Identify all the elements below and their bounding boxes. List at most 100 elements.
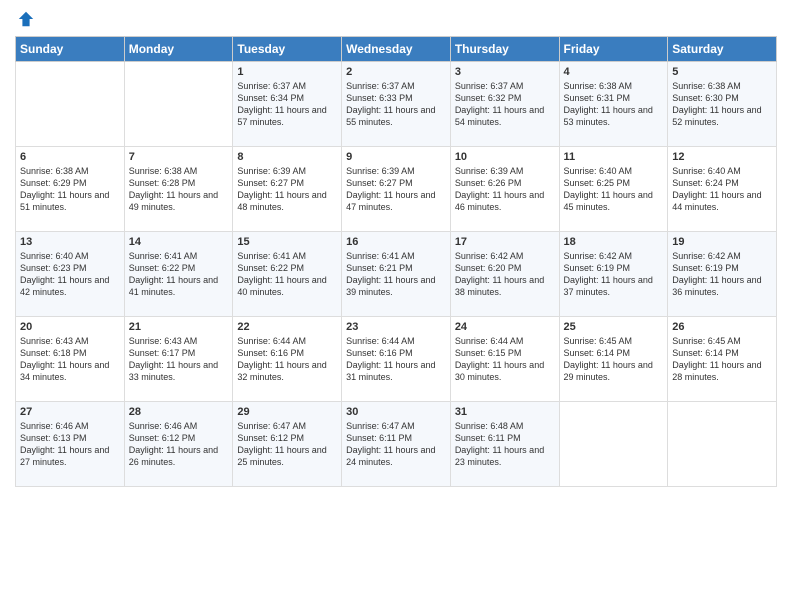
calendar-cell: 26 Sunrise: 6:45 AM Sunset: 6:14 PM Dayli…: [668, 317, 777, 402]
calendar-cell: [668, 402, 777, 487]
header-day-thursday: Thursday: [450, 37, 559, 62]
day-number: 20: [20, 321, 120, 333]
calendar-cell: 30 Sunrise: 6:47 AM Sunset: 6:11 PM Dayli…: [342, 402, 451, 487]
calendar-cell: 16 Sunrise: 6:41 AM Sunset: 6:21 PM Dayli…: [342, 232, 451, 317]
calendar-week-row: 1 Sunrise: 6:37 AM Sunset: 6:34 PM Daylig…: [16, 62, 777, 147]
calendar-cell: 12 Sunrise: 6:40 AM Sunset: 6:24 PM Dayli…: [668, 147, 777, 232]
calendar-cell: 21 Sunrise: 6:43 AM Sunset: 6:17 PM Dayli…: [124, 317, 233, 402]
day-content: Sunrise: 6:44 AM Sunset: 6:15 PM Dayligh…: [455, 335, 555, 384]
day-content: Sunrise: 6:45 AM Sunset: 6:14 PM Dayligh…: [672, 335, 772, 384]
day-number: 31: [455, 406, 555, 418]
day-content: Sunrise: 6:40 AM Sunset: 6:23 PM Dayligh…: [20, 250, 120, 299]
calendar-cell: [124, 62, 233, 147]
day-content: Sunrise: 6:42 AM Sunset: 6:19 PM Dayligh…: [564, 250, 664, 299]
day-number: 15: [237, 236, 337, 248]
day-content: Sunrise: 6:44 AM Sunset: 6:16 PM Dayligh…: [346, 335, 446, 384]
calendar-cell: 17Sunrise: 6:42 AM Sunset: 6:20 PM Dayli…: [450, 232, 559, 317]
day-number: 22: [237, 321, 337, 333]
day-content: Sunrise: 6:37 AM Sunset: 6:33 PM Dayligh…: [346, 80, 446, 129]
day-content: Sunrise: 6:38 AM Sunset: 6:31 PM Dayligh…: [564, 80, 664, 129]
page-header: [15, 10, 777, 28]
day-number: 6: [20, 151, 120, 163]
calendar-cell: 10 Sunrise: 6:39 AM Sunset: 6:26 PM Dayli…: [450, 147, 559, 232]
day-number: 29: [237, 406, 337, 418]
logo: [15, 10, 35, 28]
calendar-cell: 18 Sunrise: 6:42 AM Sunset: 6:19 PM Dayli…: [559, 232, 668, 317]
day-content: Sunrise: 6:43 AM Sunset: 6:17 PM Dayligh…: [129, 335, 229, 384]
day-number: 2: [346, 66, 446, 78]
day-content: Sunrise: 6:39 AM Sunset: 6:26 PM Dayligh…: [455, 165, 555, 214]
calendar-cell: [559, 402, 668, 487]
day-content: Sunrise: 6:46 AM Sunset: 6:12 PM Dayligh…: [129, 420, 229, 469]
calendar-cell: 2 Sunrise: 6:37 AM Sunset: 6:33 PM Daylig…: [342, 62, 451, 147]
calendar-cell: 15 Sunrise: 6:41 AM Sunset: 6:22 PM Dayli…: [233, 232, 342, 317]
logo-icon: [17, 10, 35, 28]
calendar-cell: [16, 62, 125, 147]
day-number: 11: [564, 151, 664, 163]
calendar-cell: 29 Sunrise: 6:47 AM Sunset: 6:12 PM Dayli…: [233, 402, 342, 487]
calendar-cell: 24Sunrise: 6:44 AM Sunset: 6:15 PM Dayli…: [450, 317, 559, 402]
day-content: Sunrise: 6:38 AM Sunset: 6:28 PM Dayligh…: [129, 165, 229, 214]
day-number: 8: [237, 151, 337, 163]
day-number: 23: [346, 321, 446, 333]
header-day-wednesday: Wednesday: [342, 37, 451, 62]
calendar-cell: 3Sunrise: 6:37 AM Sunset: 6:32 PM Daylig…: [450, 62, 559, 147]
day-number: 16: [346, 236, 446, 248]
day-number: 21: [129, 321, 229, 333]
day-number: 28: [129, 406, 229, 418]
day-content: Sunrise: 6:45 AM Sunset: 6:14 PM Dayligh…: [564, 335, 664, 384]
header-day-tuesday: Tuesday: [233, 37, 342, 62]
day-content: Sunrise: 6:41 AM Sunset: 6:22 PM Dayligh…: [129, 250, 229, 299]
day-content: Sunrise: 6:41 AM Sunset: 6:22 PM Dayligh…: [237, 250, 337, 299]
calendar-cell: 5 Sunrise: 6:38 AM Sunset: 6:30 PM Daylig…: [668, 62, 777, 147]
header-day-monday: Monday: [124, 37, 233, 62]
day-number: 9: [346, 151, 446, 163]
day-number: 25: [564, 321, 664, 333]
calendar-cell: 14 Sunrise: 6:41 AM Sunset: 6:22 PM Dayli…: [124, 232, 233, 317]
day-number: 10: [455, 151, 555, 163]
calendar-week-row: 6Sunrise: 6:38 AM Sunset: 6:29 PM Daylig…: [16, 147, 777, 232]
day-content: Sunrise: 6:47 AM Sunset: 6:12 PM Dayligh…: [237, 420, 337, 469]
day-content: Sunrise: 6:47 AM Sunset: 6:11 PM Dayligh…: [346, 420, 446, 469]
day-number: 26: [672, 321, 772, 333]
calendar-header-row: SundayMondayTuesdayWednesdayThursdayFrid…: [16, 37, 777, 62]
day-number: 5: [672, 66, 772, 78]
day-content: Sunrise: 6:39 AM Sunset: 6:27 PM Dayligh…: [346, 165, 446, 214]
calendar-week-row: 27 Sunrise: 6:46 AM Sunset: 6:13 PM Dayli…: [16, 402, 777, 487]
calendar-cell: 11 Sunrise: 6:40 AM Sunset: 6:25 PM Dayli…: [559, 147, 668, 232]
calendar-week-row: 20 Sunrise: 6:43 AM Sunset: 6:18 PM Dayli…: [16, 317, 777, 402]
calendar-cell: 25 Sunrise: 6:45 AM Sunset: 6:14 PM Dayli…: [559, 317, 668, 402]
day-number: 13: [20, 236, 120, 248]
day-content: Sunrise: 6:40 AM Sunset: 6:24 PM Dayligh…: [672, 165, 772, 214]
day-number: 4: [564, 66, 664, 78]
day-number: 19: [672, 236, 772, 248]
calendar-cell: 22 Sunrise: 6:44 AM Sunset: 6:16 PM Dayli…: [233, 317, 342, 402]
calendar-cell: 4 Sunrise: 6:38 AM Sunset: 6:31 PM Daylig…: [559, 62, 668, 147]
day-content: Sunrise: 6:37 AM Sunset: 6:32 PM Dayligh…: [455, 80, 555, 129]
day-content: Sunrise: 6:44 AM Sunset: 6:16 PM Dayligh…: [237, 335, 337, 384]
day-content: Sunrise: 6:40 AM Sunset: 6:25 PM Dayligh…: [564, 165, 664, 214]
day-number: 30: [346, 406, 446, 418]
calendar-cell: 23 Sunrise: 6:44 AM Sunset: 6:16 PM Dayli…: [342, 317, 451, 402]
day-number: 18: [564, 236, 664, 248]
day-number: 7: [129, 151, 229, 163]
day-content: Sunrise: 6:48 AM Sunset: 6:11 PM Dayligh…: [455, 420, 555, 469]
day-content: Sunrise: 6:37 AM Sunset: 6:34 PM Dayligh…: [237, 80, 337, 129]
day-number: 12: [672, 151, 772, 163]
day-content: Sunrise: 6:41 AM Sunset: 6:21 PM Dayligh…: [346, 250, 446, 299]
calendar-cell: 6Sunrise: 6:38 AM Sunset: 6:29 PM Daylig…: [16, 147, 125, 232]
header-day-friday: Friday: [559, 37, 668, 62]
day-content: Sunrise: 6:43 AM Sunset: 6:18 PM Dayligh…: [20, 335, 120, 384]
day-content: Sunrise: 6:46 AM Sunset: 6:13 PM Dayligh…: [20, 420, 120, 469]
calendar-table: SundayMondayTuesdayWednesdayThursdayFrid…: [15, 36, 777, 487]
calendar-cell: 1 Sunrise: 6:37 AM Sunset: 6:34 PM Daylig…: [233, 62, 342, 147]
day-number: 1: [237, 66, 337, 78]
calendar-cell: 20 Sunrise: 6:43 AM Sunset: 6:18 PM Dayli…: [16, 317, 125, 402]
day-content: Sunrise: 6:38 AM Sunset: 6:30 PM Dayligh…: [672, 80, 772, 129]
calendar-cell: 19Sunrise: 6:42 AM Sunset: 6:19 PM Dayli…: [668, 232, 777, 317]
day-number: 14: [129, 236, 229, 248]
day-number: 27: [20, 406, 120, 418]
day-content: Sunrise: 6:39 AM Sunset: 6:27 PM Dayligh…: [237, 165, 337, 214]
calendar-cell: 28 Sunrise: 6:46 AM Sunset: 6:12 PM Dayli…: [124, 402, 233, 487]
calendar-cell: 7 Sunrise: 6:38 AM Sunset: 6:28 PM Daylig…: [124, 147, 233, 232]
